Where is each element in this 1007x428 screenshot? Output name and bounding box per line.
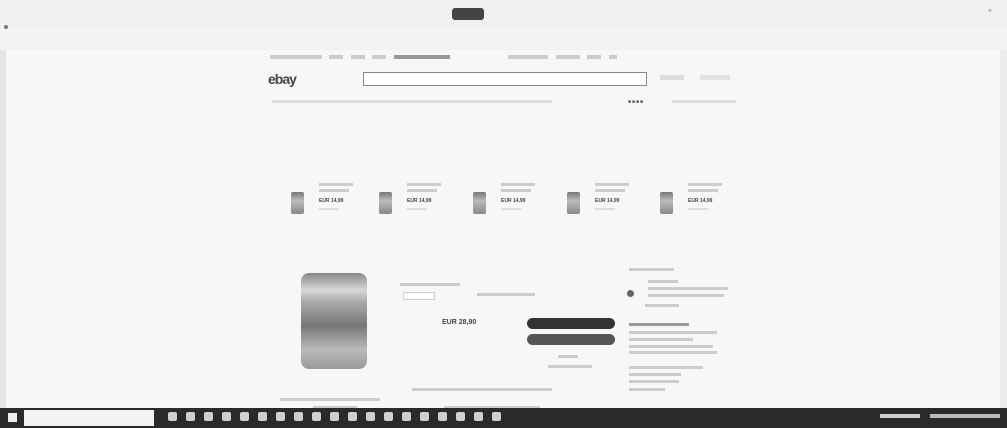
nav-link[interactable] [270, 54, 322, 59]
nav-link[interactable] [329, 54, 344, 59]
buy-now-button[interactable] [527, 318, 615, 329]
browser-titlebar [0, 0, 1007, 26]
product-image[interactable] [301, 273, 367, 369]
app-icon[interactable] [186, 412, 195, 421]
product-price: EUR 28,90 [442, 319, 477, 326]
search-button[interactable] [660, 75, 684, 80]
app-icon[interactable] [276, 412, 285, 421]
recommended-item[interactable]: EUR 14,99 [473, 183, 543, 228]
add-to-cart-button[interactable] [527, 334, 615, 345]
app-icon[interactable] [330, 412, 339, 421]
item-price: EUR 14,99 [595, 198, 620, 204]
recommended-item[interactable]: EUR 14,99 [567, 183, 637, 228]
product-thumbnail[interactable] [291, 192, 304, 214]
start-icon[interactable] [8, 413, 17, 422]
product-thumbnail[interactable] [567, 192, 580, 214]
watchlist-link[interactable] [558, 355, 578, 358]
close-window-icon[interactable]: × [988, 8, 992, 15]
nav-link[interactable] [350, 54, 365, 59]
secondary-heading [280, 398, 380, 401]
app-icon[interactable] [438, 412, 447, 421]
recommended-item[interactable]: EUR 14,99 [379, 183, 449, 228]
scrollbar[interactable] [1000, 50, 1007, 408]
product-thumbnail[interactable] [379, 192, 392, 214]
seller-link[interactable] [645, 304, 679, 307]
item-price: EUR 14,99 [688, 198, 713, 204]
system-tray[interactable] [880, 414, 920, 418]
breadcrumb[interactable] [272, 100, 552, 103]
app-icon[interactable] [204, 412, 213, 421]
item-name[interactable] [595, 183, 629, 186]
webpage [6, 50, 1000, 408]
app-icon[interactable] [348, 412, 357, 421]
app-icon[interactable] [366, 412, 375, 421]
app-icon[interactable] [312, 412, 321, 421]
clock [930, 414, 1000, 418]
advanced-search-link[interactable] [700, 75, 730, 80]
shipping-info [412, 388, 552, 391]
seller-list-item[interactable] [629, 388, 665, 391]
recommended-item[interactable]: EUR 14,99 [291, 183, 361, 228]
watch-link[interactable] [672, 100, 736, 103]
app-icon[interactable] [420, 412, 429, 421]
item-name[interactable] [319, 183, 353, 186]
seller-list-item[interactable] [629, 366, 703, 369]
search-input[interactable] [363, 72, 647, 86]
nav-link-highlighted[interactable] [393, 54, 450, 59]
item-condition [400, 283, 460, 286]
seller-list-item[interactable] [629, 380, 679, 383]
cart-icon[interactable] [608, 54, 617, 59]
app-icon[interactable] [402, 412, 411, 421]
app-icon[interactable] [240, 412, 249, 421]
quantity-input[interactable] [403, 292, 435, 300]
tab-favicon-icon [4, 25, 8, 29]
top-nav [270, 54, 740, 62]
nav-link[interactable] [587, 54, 602, 59]
seller-heading [629, 268, 674, 271]
app-icon[interactable] [474, 412, 483, 421]
item-price: EUR 14,99 [501, 198, 526, 204]
share-icons[interactable]: ■■■■ [628, 99, 644, 105]
product-thumbnail[interactable] [473, 192, 486, 214]
nav-link[interactable] [555, 54, 580, 59]
seller-name[interactable] [648, 287, 728, 290]
seller-section-heading [629, 323, 689, 326]
app-icon[interactable] [222, 412, 231, 421]
app-icon[interactable] [384, 412, 393, 421]
browser-center-icon [452, 8, 484, 20]
app-icon[interactable] [456, 412, 465, 421]
availability-text [477, 293, 535, 296]
app-icon[interactable] [168, 412, 177, 421]
product-thumbnail[interactable] [660, 192, 673, 214]
watchlist-text [548, 365, 592, 368]
app-icon[interactable] [492, 412, 501, 421]
app-icon[interactable] [294, 412, 303, 421]
item-name[interactable] [688, 183, 722, 186]
app-icon[interactable] [258, 412, 267, 421]
nav-link[interactable] [508, 54, 549, 59]
item-name[interactable] [407, 183, 441, 186]
item-price: EUR 14,99 [407, 198, 432, 204]
seller-icon [627, 290, 634, 297]
seller-list-item[interactable] [629, 373, 681, 376]
recommended-item[interactable]: EUR 14,99 [660, 183, 730, 228]
item-price: EUR 14,99 [319, 198, 344, 204]
item-name[interactable] [501, 183, 535, 186]
taskbar-search[interactable] [24, 410, 154, 426]
ebay-logo[interactable]: ebay [268, 71, 297, 87]
nav-link[interactable] [372, 54, 387, 59]
address-bar[interactable] [0, 38, 1007, 50]
